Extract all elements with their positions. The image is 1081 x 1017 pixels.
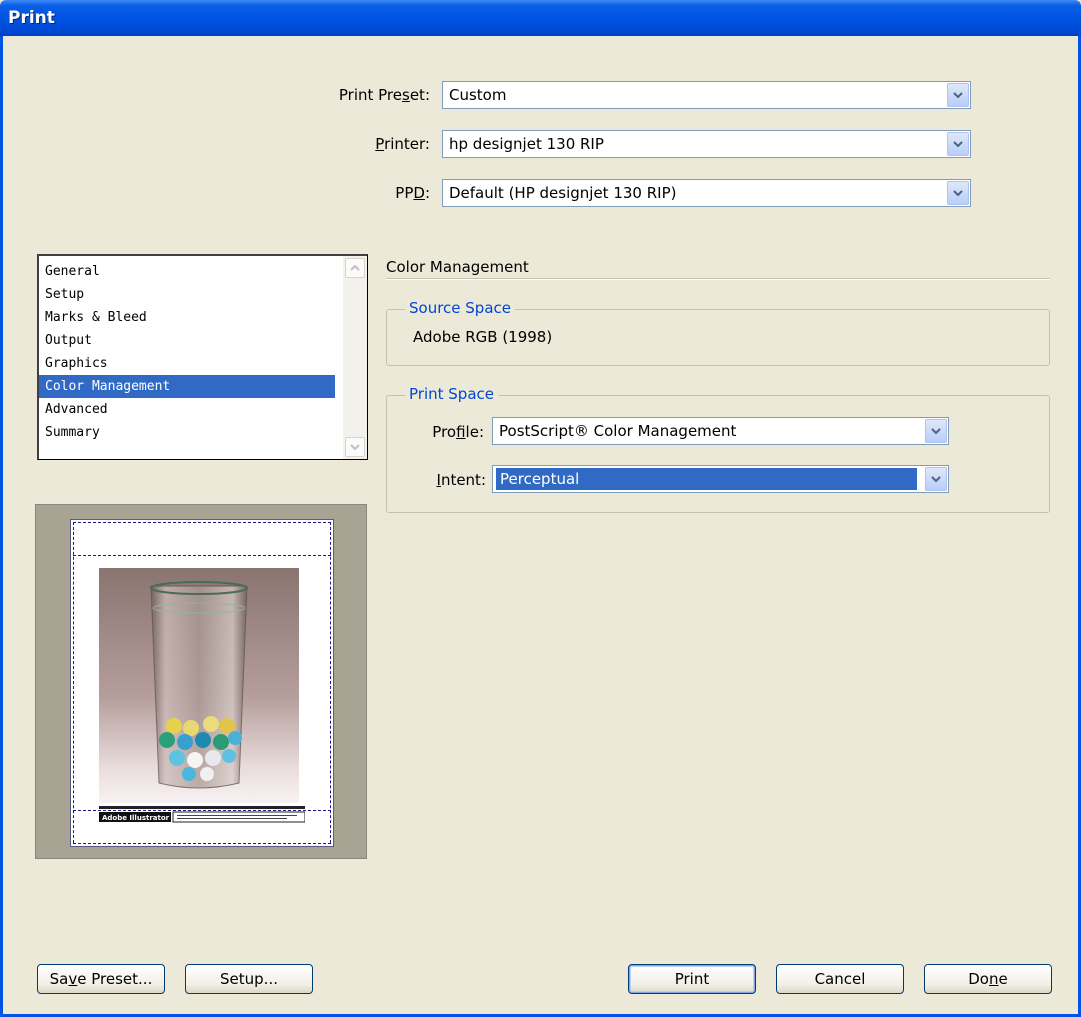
margin-line (73, 522, 74, 843)
sidebar-item-label: Advanced (45, 402, 108, 417)
chevron-down-icon[interactable] (947, 132, 969, 156)
sidebar-item-general[interactable]: General (39, 260, 335, 283)
sidebar-item-marks-bleed[interactable]: Marks & Bleed (39, 306, 335, 329)
sidebar-item-label: Color Management (45, 379, 171, 394)
chevron-down-icon[interactable] (947, 83, 969, 107)
source-space-value: Adobe RGB (1998) (413, 328, 553, 346)
sidebar-item-color-management[interactable]: Color Management (39, 375, 335, 398)
cancel-button[interactable]: Cancel (776, 964, 904, 994)
printer-value: hp designjet 130 RIP (449, 135, 604, 153)
profile-value: PostScript® Color Management (499, 422, 737, 440)
profile-label: Profile: (432, 423, 484, 441)
window-titlebar[interactable]: Print (0, 0, 1081, 36)
intent-value: Perceptual (496, 468, 917, 490)
sidebar-item-advanced[interactable]: Advanced (39, 398, 335, 421)
scroll-up-button[interactable] (345, 258, 365, 278)
done-button[interactable]: Do n e (924, 964, 1052, 994)
window-title: Print (8, 8, 55, 28)
sidebar-item-graphics[interactable]: Graphics (39, 352, 335, 375)
sidebar-item-label: Summary (45, 425, 100, 440)
chevron-down-icon (350, 444, 360, 450)
sidebar-item-setup[interactable]: Setup (39, 283, 335, 306)
printer-select[interactable]: hp designjet 130 RIP (442, 130, 971, 158)
print-preview[interactable]: Adobe Illustrator (35, 504, 367, 859)
save-preset-button[interactable]: Sa v e Preset... (37, 964, 165, 994)
scroll-down-button[interactable] (345, 437, 365, 457)
sidebar-item-label: Setup (45, 287, 85, 302)
chevron-down-icon[interactable] (947, 181, 969, 205)
sidebar-item-output[interactable]: Output (39, 329, 335, 352)
chevron-down-icon[interactable] (925, 419, 947, 443)
margin-line (330, 522, 331, 843)
panel-title: Color Management (386, 258, 529, 276)
print-button[interactable]: Print (628, 964, 756, 994)
category-list[interactable]: General Setup Marks & Bleed Output Graph… (37, 254, 368, 460)
sidebar-item-label: Marks & Bleed (45, 310, 147, 325)
print-preset-label: Print Preset: (338, 86, 430, 104)
intent-select[interactable]: Perceptual (492, 465, 949, 493)
margin-line (73, 522, 331, 523)
panel-title-divider (386, 278, 1050, 280)
profile-select[interactable]: PostScript® Color Management (492, 417, 949, 445)
margin-line (73, 555, 331, 556)
sidebar-item-label: General (45, 264, 100, 279)
preview-footer-label: Adobe Illustrator (102, 814, 170, 822)
sidebar-item-label: Graphics (45, 356, 108, 371)
print-space-group (386, 395, 1050, 513)
sidebar-item-summary[interactable]: Summary (39, 421, 335, 444)
source-space-legend: Source Space (405, 299, 515, 317)
ppd-value: Default (HP designjet 130 RIP) (449, 184, 677, 202)
ppd-select[interactable]: Default (HP designjet 130 RIP) (442, 179, 971, 207)
preview-artwork: Adobe Illustrator (99, 568, 305, 823)
preview-page: Adobe Illustrator (70, 519, 334, 847)
print-preset-select[interactable]: Custom (442, 81, 971, 109)
setup-button[interactable]: Setup... (185, 964, 313, 994)
intent-label: Intent: (436, 471, 487, 489)
chevron-down-icon[interactable] (925, 467, 947, 491)
ppd-label: PPD: (395, 184, 430, 202)
sidebar-item-label: Output (45, 333, 92, 348)
list-scrollbar[interactable] (343, 256, 367, 459)
chevron-up-icon (350, 265, 360, 271)
printer-label: Printer: (375, 135, 430, 153)
print-space-legend: Print Space (405, 385, 498, 403)
print-preset-value: Custom (449, 86, 507, 104)
